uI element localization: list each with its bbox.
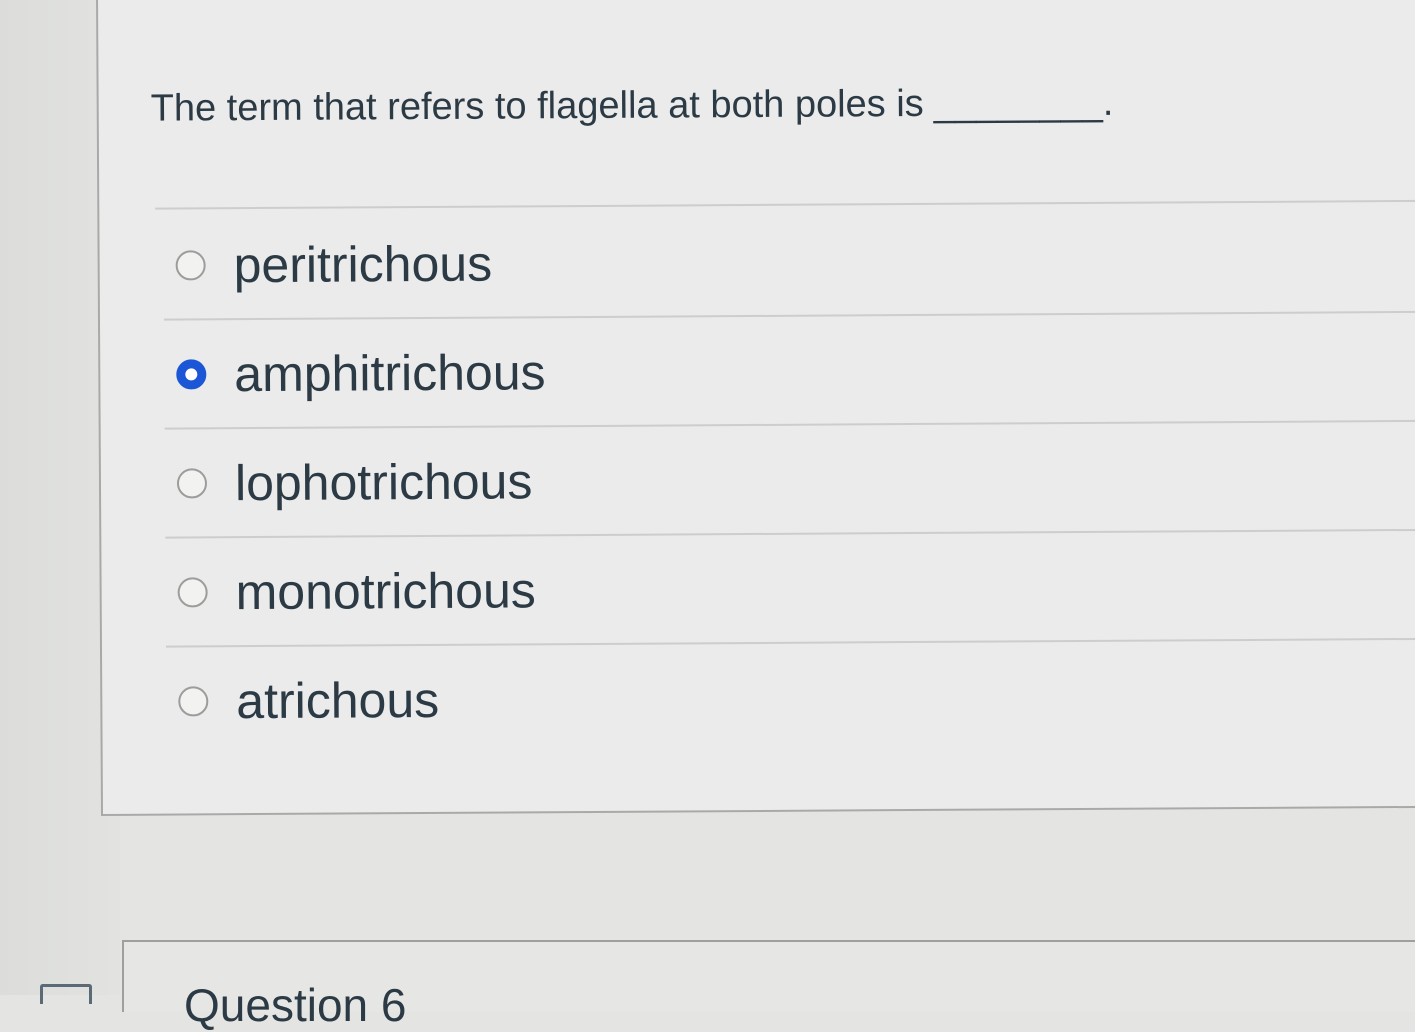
question-prompt: The term that refers to flagella at both… [150,82,924,130]
question-card: The term that refers to flagella at both… [96,0,1415,816]
answer-option-peritrichous[interactable]: peritrichous [163,203,1415,321]
answer-label: peritrichous [233,235,493,293]
next-question-card: Question 6 [122,940,1415,1031]
answer-list: peritrichous amphitrichous lophotrichous… [163,203,1415,755]
answer-label: atrichous [236,671,440,729]
next-question-title: Question 6 [184,979,407,1031]
flag-icon[interactable] [40,984,92,1004]
radio-button[interactable] [177,576,208,608]
answer-option-amphitrichous[interactable]: amphitrichous [163,312,1415,430]
question-text: The term that refers to flagella at both… [151,82,1114,131]
radio-button[interactable] [175,249,206,281]
answer-option-monotrichous[interactable]: monotrichous [165,530,1415,648]
radio-button-selected[interactable] [176,358,207,390]
question-blank: ________. [933,81,1114,125]
radio-button[interactable] [178,685,209,717]
answer-label: monotrichous [235,561,536,620]
answer-option-lophotrichous[interactable]: lophotrichous [164,421,1415,539]
answer-option-atrichous[interactable]: atrichous [166,640,1415,755]
answer-label: amphitrichous [234,343,546,402]
answer-label: lophotrichous [234,452,533,511]
radio-button[interactable] [176,467,208,499]
